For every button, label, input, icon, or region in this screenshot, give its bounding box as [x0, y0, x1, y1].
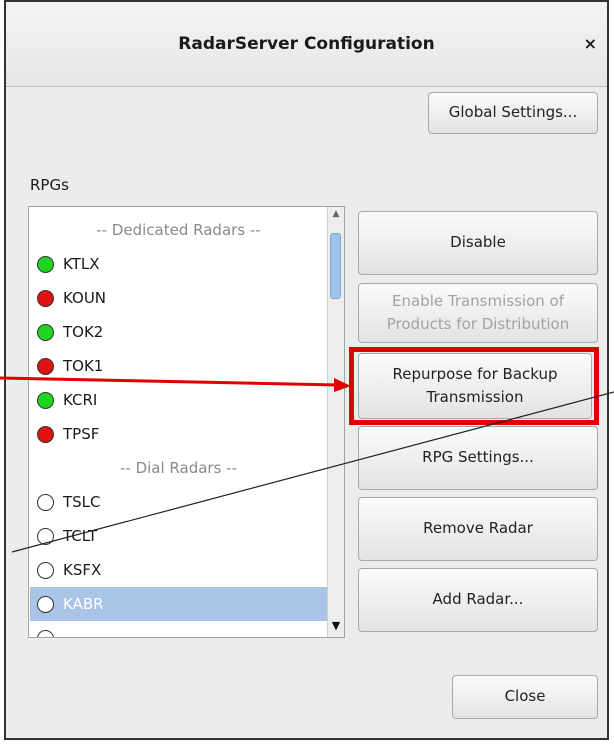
annotation-overlay — [0, 376, 614, 553]
black-pointer-line — [11, 391, 614, 553]
red-pointer-line — [0, 376, 339, 387]
red-arrowhead-icon — [334, 378, 351, 392]
